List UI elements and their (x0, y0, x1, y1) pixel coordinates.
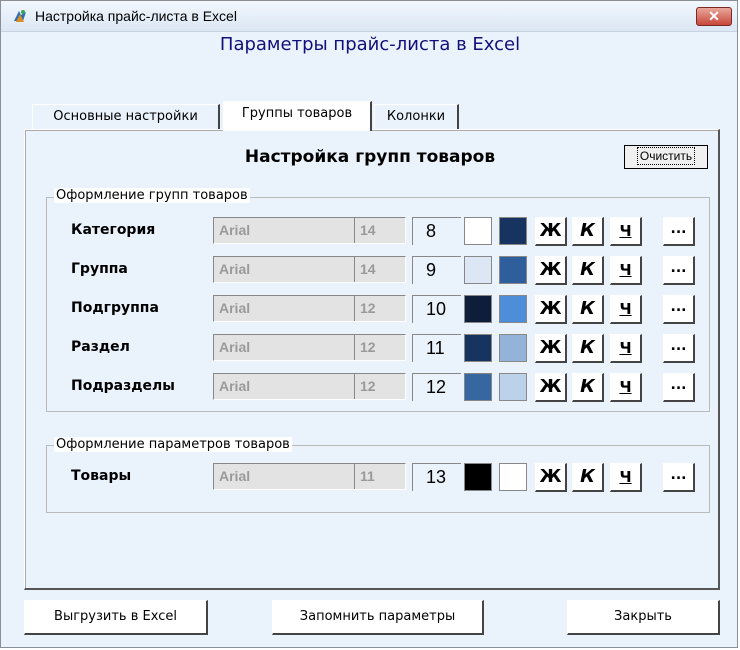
background-color-swatch[interactable] (499, 463, 527, 491)
font-select[interactable]: Arial 11 (213, 463, 406, 490)
dialog-heading: Параметры прайс-листа в Excel (219, 34, 521, 55)
export-excel-button[interactable]: Выгрузить в Excel (24, 600, 208, 635)
font-size: 12 (354, 296, 405, 321)
font-size: 12 (354, 335, 405, 360)
italic-button[interactable]: К (572, 373, 604, 402)
tab-columns[interactable]: Колонки (374, 104, 459, 130)
font-name: Arial (219, 468, 251, 484)
background-color-swatch[interactable] (499, 295, 527, 323)
font-color-swatch[interactable] (464, 334, 492, 362)
font-name: Arial (219, 222, 251, 238)
row-label: Подразделы (71, 378, 175, 394)
font-name: Arial (219, 261, 251, 277)
italic-button[interactable]: К (572, 334, 604, 363)
row-label: Раздел (71, 339, 130, 355)
bold-button[interactable]: Ж (535, 217, 567, 246)
more-options-button[interactable]: ... (663, 373, 695, 402)
underline-button[interactable]: Ч (610, 295, 642, 324)
background-color-swatch[interactable] (499, 256, 527, 284)
underline-button[interactable]: Ч (610, 373, 642, 402)
bold-button[interactable]: Ж (535, 373, 567, 402)
more-options-button[interactable]: ... (663, 334, 695, 363)
row-number: 10 (412, 295, 461, 323)
bold-button[interactable]: Ж (535, 256, 567, 285)
bold-button[interactable]: Ж (535, 295, 567, 324)
clear-button-label: Очистить (636, 147, 696, 165)
font-select[interactable]: Arial 14 (213, 217, 406, 244)
font-color-swatch[interactable] (464, 256, 492, 284)
font-size: 14 (354, 218, 405, 243)
save-params-button[interactable]: Запомнить параметры (272, 600, 484, 635)
italic-button[interactable]: К (572, 463, 604, 492)
font-color-swatch[interactable] (464, 373, 492, 401)
font-color-swatch[interactable] (464, 295, 492, 323)
font-name: Arial (219, 339, 251, 355)
italic-button[interactable]: К (572, 295, 604, 324)
font-select[interactable]: Arial 12 (213, 334, 406, 361)
app-icon (14, 10, 26, 22)
more-options-button[interactable]: ... (663, 217, 695, 246)
italic-button[interactable]: К (572, 256, 604, 285)
tab-product-groups[interactable]: Группы товаров (223, 101, 372, 131)
groups-formatting-legend: Оформление групп товаров (54, 188, 250, 203)
underline-button[interactable]: Ч (610, 463, 642, 492)
font-name: Arial (219, 300, 251, 316)
font-size: 14 (354, 257, 405, 282)
close-button[interactable]: Закрыть (567, 600, 720, 635)
font-name: Arial (219, 378, 251, 394)
underline-button[interactable]: Ч (610, 334, 642, 363)
font-select[interactable]: Arial 12 (213, 295, 406, 322)
underline-button[interactable]: Ч (610, 256, 642, 285)
row-number: 13 (412, 463, 461, 491)
font-color-swatch[interactable] (464, 463, 492, 491)
font-size: 11 (354, 464, 405, 489)
window-close-button[interactable]: ✕ (696, 7, 732, 26)
params-formatting-legend: Оформление параметров товаров (54, 437, 292, 452)
font-size: 12 (354, 374, 405, 399)
title-bar: Настройка прайс-листа в Excel ✕ (1, 1, 737, 32)
font-select[interactable]: Arial 14 (213, 256, 406, 283)
background-color-swatch[interactable] (499, 334, 527, 362)
bold-button[interactable]: Ж (535, 463, 567, 492)
row-number: 11 (412, 334, 461, 362)
clear-button[interactable]: Очистить (624, 145, 708, 169)
window-title: Настройка прайс-листа в Excel (35, 8, 237, 24)
underline-button[interactable]: Ч (610, 217, 642, 246)
more-options-button[interactable]: ... (663, 463, 695, 492)
row-number: 12 (412, 373, 461, 401)
tab-main-settings[interactable]: Основные настройки (32, 104, 220, 130)
background-color-swatch[interactable] (499, 373, 527, 401)
background-color-swatch[interactable] (499, 217, 527, 245)
bold-button[interactable]: Ж (535, 334, 567, 363)
more-options-button[interactable]: ... (663, 256, 695, 285)
font-color-swatch[interactable] (464, 217, 492, 245)
row-label: Товары (71, 468, 132, 484)
row-number: 9 (412, 256, 461, 284)
row-label: Подгруппа (71, 300, 159, 316)
row-label: Группа (71, 261, 128, 277)
more-options-button[interactable]: ... (663, 295, 695, 324)
italic-button[interactable]: К (572, 217, 604, 246)
row-label: Категория (71, 222, 156, 238)
row-number: 8 (412, 217, 461, 245)
font-select[interactable]: Arial 12 (213, 373, 406, 400)
